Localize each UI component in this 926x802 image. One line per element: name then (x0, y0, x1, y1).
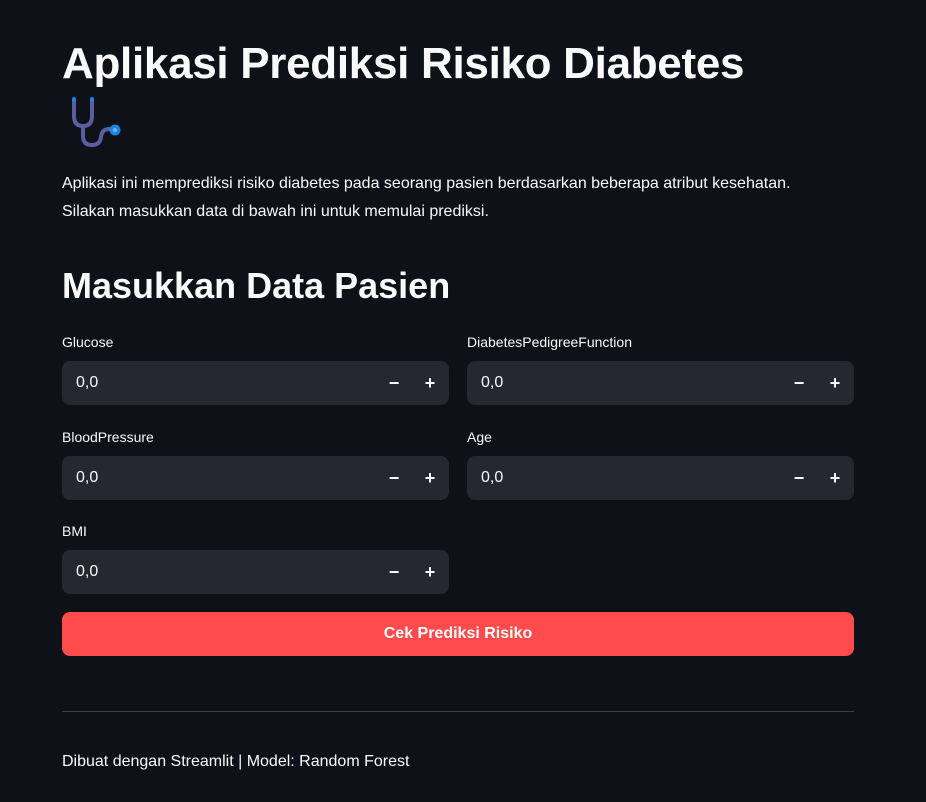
age-field: Age 0,0 − + (467, 428, 854, 500)
glucose-increment-button[interactable]: + (413, 361, 447, 405)
glucose-decrement-button[interactable]: − (377, 361, 411, 405)
diabetes-pedigree-function-field: DiabetesPedigreeFunction 0,0 − + (467, 333, 854, 405)
stethoscope-icon (72, 97, 121, 148)
glucose-value[interactable]: 0,0 (76, 361, 98, 405)
blood-pressure-number-input[interactable]: 0,0 − + (62, 456, 449, 500)
age-decrement-button[interactable]: − (782, 456, 816, 500)
age-number-input[interactable]: 0,0 − + (467, 456, 854, 500)
bmi-number-input[interactable]: 0,0 − + (62, 550, 449, 594)
bmi-value[interactable]: 0,0 (76, 550, 98, 594)
diabetes-pedigree-function-value[interactable]: 0,0 (481, 361, 503, 405)
bmi-increment-button[interactable]: + (413, 550, 447, 594)
bmi-label: BMI (62, 523, 87, 539)
glucose-number-input[interactable]: 0,0 − + (62, 361, 449, 405)
bmi-field: BMI 0,0 − + (62, 522, 449, 594)
page-title: Aplikasi Prediksi Risiko Diabetes (62, 39, 745, 88)
glucose-label: Glucose (62, 334, 114, 350)
blood-pressure-label: BloodPressure (62, 429, 154, 445)
bmi-decrement-button[interactable]: − (377, 550, 411, 594)
form-heading: Masukkan Data Pasien (62, 265, 451, 306)
description-line-2: Silakan masukkan data di bawah ini untuk… (62, 203, 489, 220)
description-line-1: Aplikasi ini memprediksi risiko diabetes… (62, 175, 791, 192)
description: Aplikasi ini memprediksi risiko diabetes… (62, 170, 862, 226)
blood-pressure-value[interactable]: 0,0 (76, 456, 98, 500)
predict-risk-button[interactable]: Cek Prediksi Risiko (62, 612, 854, 656)
age-label: Age (467, 429, 492, 445)
divider (62, 711, 854, 712)
diabetes-pedigree-function-decrement-button[interactable]: − (782, 361, 816, 405)
blood-pressure-increment-button[interactable]: + (413, 456, 447, 500)
diabetes-pedigree-function-label: DiabetesPedigreeFunction (467, 334, 632, 350)
blood-pressure-decrement-button[interactable]: − (377, 456, 411, 500)
blood-pressure-field: BloodPressure 0,0 − + (62, 428, 449, 500)
diabetes-pedigree-function-number-input[interactable]: 0,0 − + (467, 361, 854, 405)
age-value[interactable]: 0,0 (481, 456, 503, 500)
diabetes-pedigree-function-increment-button[interactable]: + (818, 361, 852, 405)
age-increment-button[interactable]: + (818, 456, 852, 500)
footer-text: Dibuat dengan Streamlit | Model: Random … (62, 753, 410, 770)
glucose-field: Glucose 0,0 − + (62, 333, 449, 405)
